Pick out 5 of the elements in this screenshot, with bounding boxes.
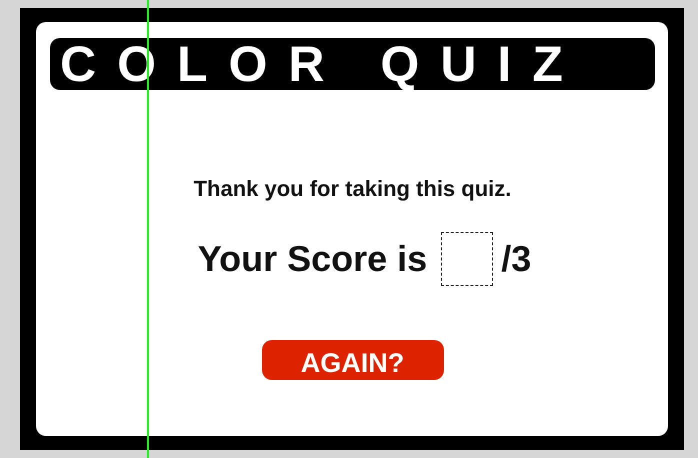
again-button[interactable]: AGAIN? — [262, 340, 444, 380]
score-field[interactable] — [441, 232, 494, 286]
thank-you-message: Thank you for taking this quiz. — [194, 176, 512, 202]
score-label: Your Score is — [198, 238, 428, 280]
score-total: /3 — [501, 238, 532, 280]
